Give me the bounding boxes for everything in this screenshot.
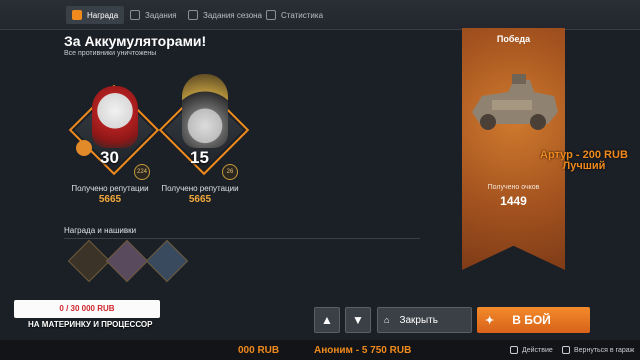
mission-title: За Аккумуляторами! <box>64 33 207 49</box>
clown-avatar <box>92 86 138 148</box>
tab-reward[interactable]: Награда <box>66 6 125 24</box>
thumbs-up-icon: ▲ <box>321 313 333 327</box>
score-label: Получено очков <box>487 184 540 191</box>
hint-action-label: Действие <box>522 346 553 354</box>
donation-goal: НА МАТЕРИНКУ И ПРОЦЕССОР <box>28 320 153 329</box>
reputation-badge: 26 <box>222 164 238 180</box>
close-label: Закрыть <box>399 314 438 326</box>
vehicle-icon <box>472 74 558 130</box>
rep-value-1: 5665 <box>98 194 122 205</box>
statistics-icon <box>266 10 276 20</box>
tab-tasks[interactable]: Задания <box>124 6 183 24</box>
season-icon <box>188 10 198 20</box>
reward-icon <box>72 10 82 20</box>
award-badge-icon[interactable] <box>105 239 149 283</box>
helmet-avatar <box>182 74 228 148</box>
awards-divider <box>64 238 420 239</box>
player-card-1: 30 224 <box>68 68 170 180</box>
donor-overlay: Артур - 200 RUB Лучший <box>540 150 628 172</box>
ticker-right: Аноним - 5 750 RUB <box>314 345 412 356</box>
victory-title: Победа <box>496 34 531 44</box>
rank-icon <box>76 140 92 156</box>
tab-statistics[interactable]: Статистика <box>260 6 329 24</box>
player-level: 15 <box>190 148 209 167</box>
awards-label: Награда и нашивки <box>64 226 137 235</box>
rep-label-2: Получено репутации <box>161 184 239 193</box>
mission-subtitle: Все противники уничтожены <box>64 50 157 57</box>
dislike-button[interactable]: ▼ <box>345 307 371 333</box>
tab-reward-label: Награда <box>87 10 119 20</box>
player-level: 30 <box>100 148 119 167</box>
donor-line-2: Лучший <box>562 160 606 172</box>
to-battle-button[interactable]: ✦ В БОЙ <box>477 307 590 333</box>
to-battle-label: В БОЙ <box>512 313 551 327</box>
reputation-badge: 224 <box>134 164 150 180</box>
mouse-icon <box>510 346 518 354</box>
player-card-2: 15 26 <box>158 68 260 180</box>
donation-progress: 0 / 30 000 RUB <box>14 300 160 318</box>
tab-tasks-label: Задания <box>145 10 177 20</box>
hint-garage: Вернуться в гараж <box>562 346 634 354</box>
like-button[interactable]: ▲ <box>314 307 340 333</box>
rep-value-2: 5665 <box>188 194 212 205</box>
award-crate-icon[interactable] <box>67 239 111 283</box>
hint-action: Действие <box>510 346 553 354</box>
close-icon: ⌂ <box>384 315 390 325</box>
tab-season-tasks[interactable]: Задания сезона <box>182 6 268 24</box>
tab-statistics-label: Статистика <box>281 10 324 20</box>
tasks-icon <box>130 10 140 20</box>
battle-icon: ✦ <box>485 314 495 327</box>
rep-label-1: Получено репутации <box>71 184 149 193</box>
hint-garage-label: Вернуться в гараж <box>574 346 635 354</box>
ticker-left: 000 RUB <box>238 345 280 356</box>
score-value: 1449 <box>500 194 527 208</box>
tab-season-tasks-label: Задания сезона <box>203 10 263 20</box>
thumbs-down-icon: ▼ <box>352 313 364 327</box>
award-patch-icon[interactable] <box>145 239 189 283</box>
close-button[interactable]: ⌂ Закрыть <box>377 307 472 333</box>
key-icon <box>562 346 570 354</box>
